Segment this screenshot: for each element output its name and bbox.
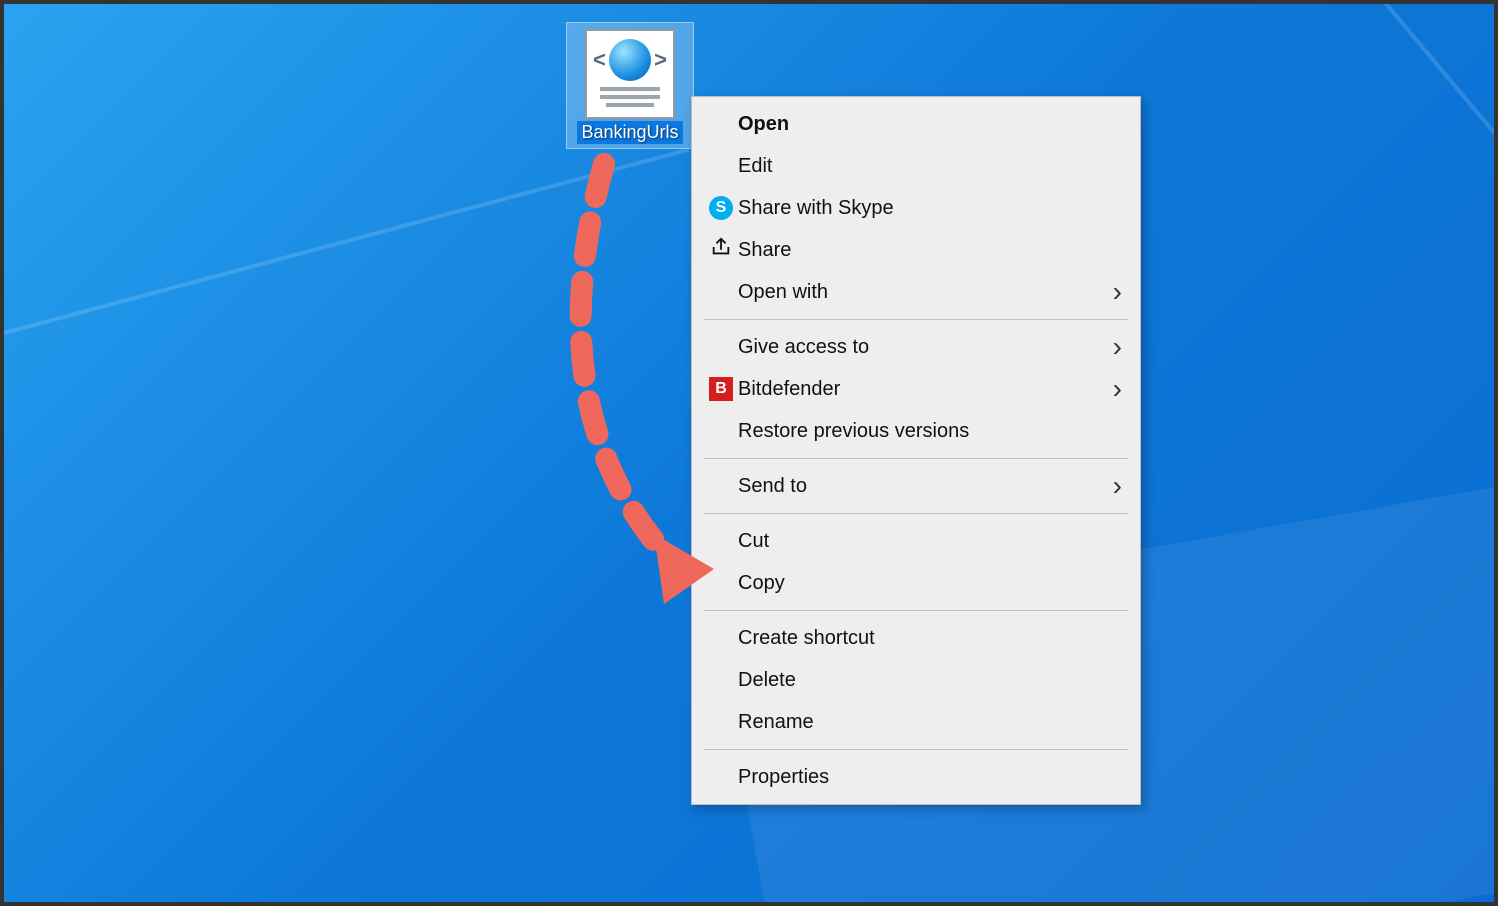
menu-item-copy[interactable]: Copy xyxy=(692,562,1140,604)
menu-item-label: Create shortcut xyxy=(738,627,1102,650)
menu-item-rename[interactable]: Rename xyxy=(692,701,1140,743)
menu-item-label: Bitdefender xyxy=(738,378,1102,401)
menu-item-label: Open xyxy=(738,113,1102,136)
menu-item-label: Share with Skype xyxy=(738,197,1102,220)
menu-item-send-to[interactable]: Send to› xyxy=(692,465,1140,507)
menu-item-open[interactable]: Open xyxy=(692,103,1140,145)
chevron-right-icon: › xyxy=(1102,276,1122,308)
wallpaper-line xyxy=(0,148,689,385)
menu-item-label: Copy xyxy=(738,572,1102,595)
skype-icon: S xyxy=(704,196,738,220)
chevron-right-icon: › xyxy=(1102,373,1122,405)
menu-item-label: Open with xyxy=(738,281,1102,304)
share-icon xyxy=(704,236,738,264)
menu-item-give-access-to[interactable]: Give access to› xyxy=(692,326,1140,368)
bitdefender-icon: B xyxy=(704,377,738,401)
menu-item-label: Properties xyxy=(738,766,1102,789)
menu-item-label: Edit xyxy=(738,155,1102,178)
menu-item-create-shortcut[interactable]: Create shortcut xyxy=(692,617,1140,659)
menu-separator xyxy=(704,319,1128,320)
menu-item-properties[interactable]: Properties xyxy=(692,756,1140,798)
menu-item-label: Delete xyxy=(738,669,1102,692)
menu-separator xyxy=(704,458,1128,459)
context-menu: OpenEditSShare with SkypeShareOpen with›… xyxy=(691,96,1141,805)
menu-item-label: Give access to xyxy=(738,336,1102,359)
html-document-icon: < > xyxy=(585,29,675,119)
menu-item-label: Restore previous versions xyxy=(738,420,1102,443)
menu-item-share[interactable]: Share xyxy=(692,229,1140,271)
menu-item-edit[interactable]: Edit xyxy=(692,145,1140,187)
chevron-right-icon: › xyxy=(1102,470,1122,502)
desktop-area: < > BankingUrls OpenEditSShare with Skyp… xyxy=(0,0,1498,906)
menu-item-delete[interactable]: Delete xyxy=(692,659,1140,701)
chevron-right-icon: › xyxy=(1102,331,1122,363)
menu-item-label: Send to xyxy=(738,475,1102,498)
menu-separator xyxy=(704,610,1128,611)
menu-item-label: Cut xyxy=(738,530,1102,553)
menu-item-cut[interactable]: Cut xyxy=(692,520,1140,562)
menu-item-label: Rename xyxy=(738,711,1102,734)
menu-item-restore-previous-versions[interactable]: Restore previous versions xyxy=(692,410,1140,452)
menu-separator xyxy=(704,749,1128,750)
desktop-file-bankingurls[interactable]: < > BankingUrls xyxy=(566,22,694,149)
menu-separator xyxy=(704,513,1128,514)
menu-item-share-with-skype[interactable]: SShare with Skype xyxy=(692,187,1140,229)
menu-item-open-with[interactable]: Open with› xyxy=(692,271,1140,313)
menu-item-label: Share xyxy=(738,239,1102,262)
menu-item-bitdefender[interactable]: BBitdefender› xyxy=(692,368,1140,410)
desktop-file-label: BankingUrls xyxy=(577,121,682,144)
